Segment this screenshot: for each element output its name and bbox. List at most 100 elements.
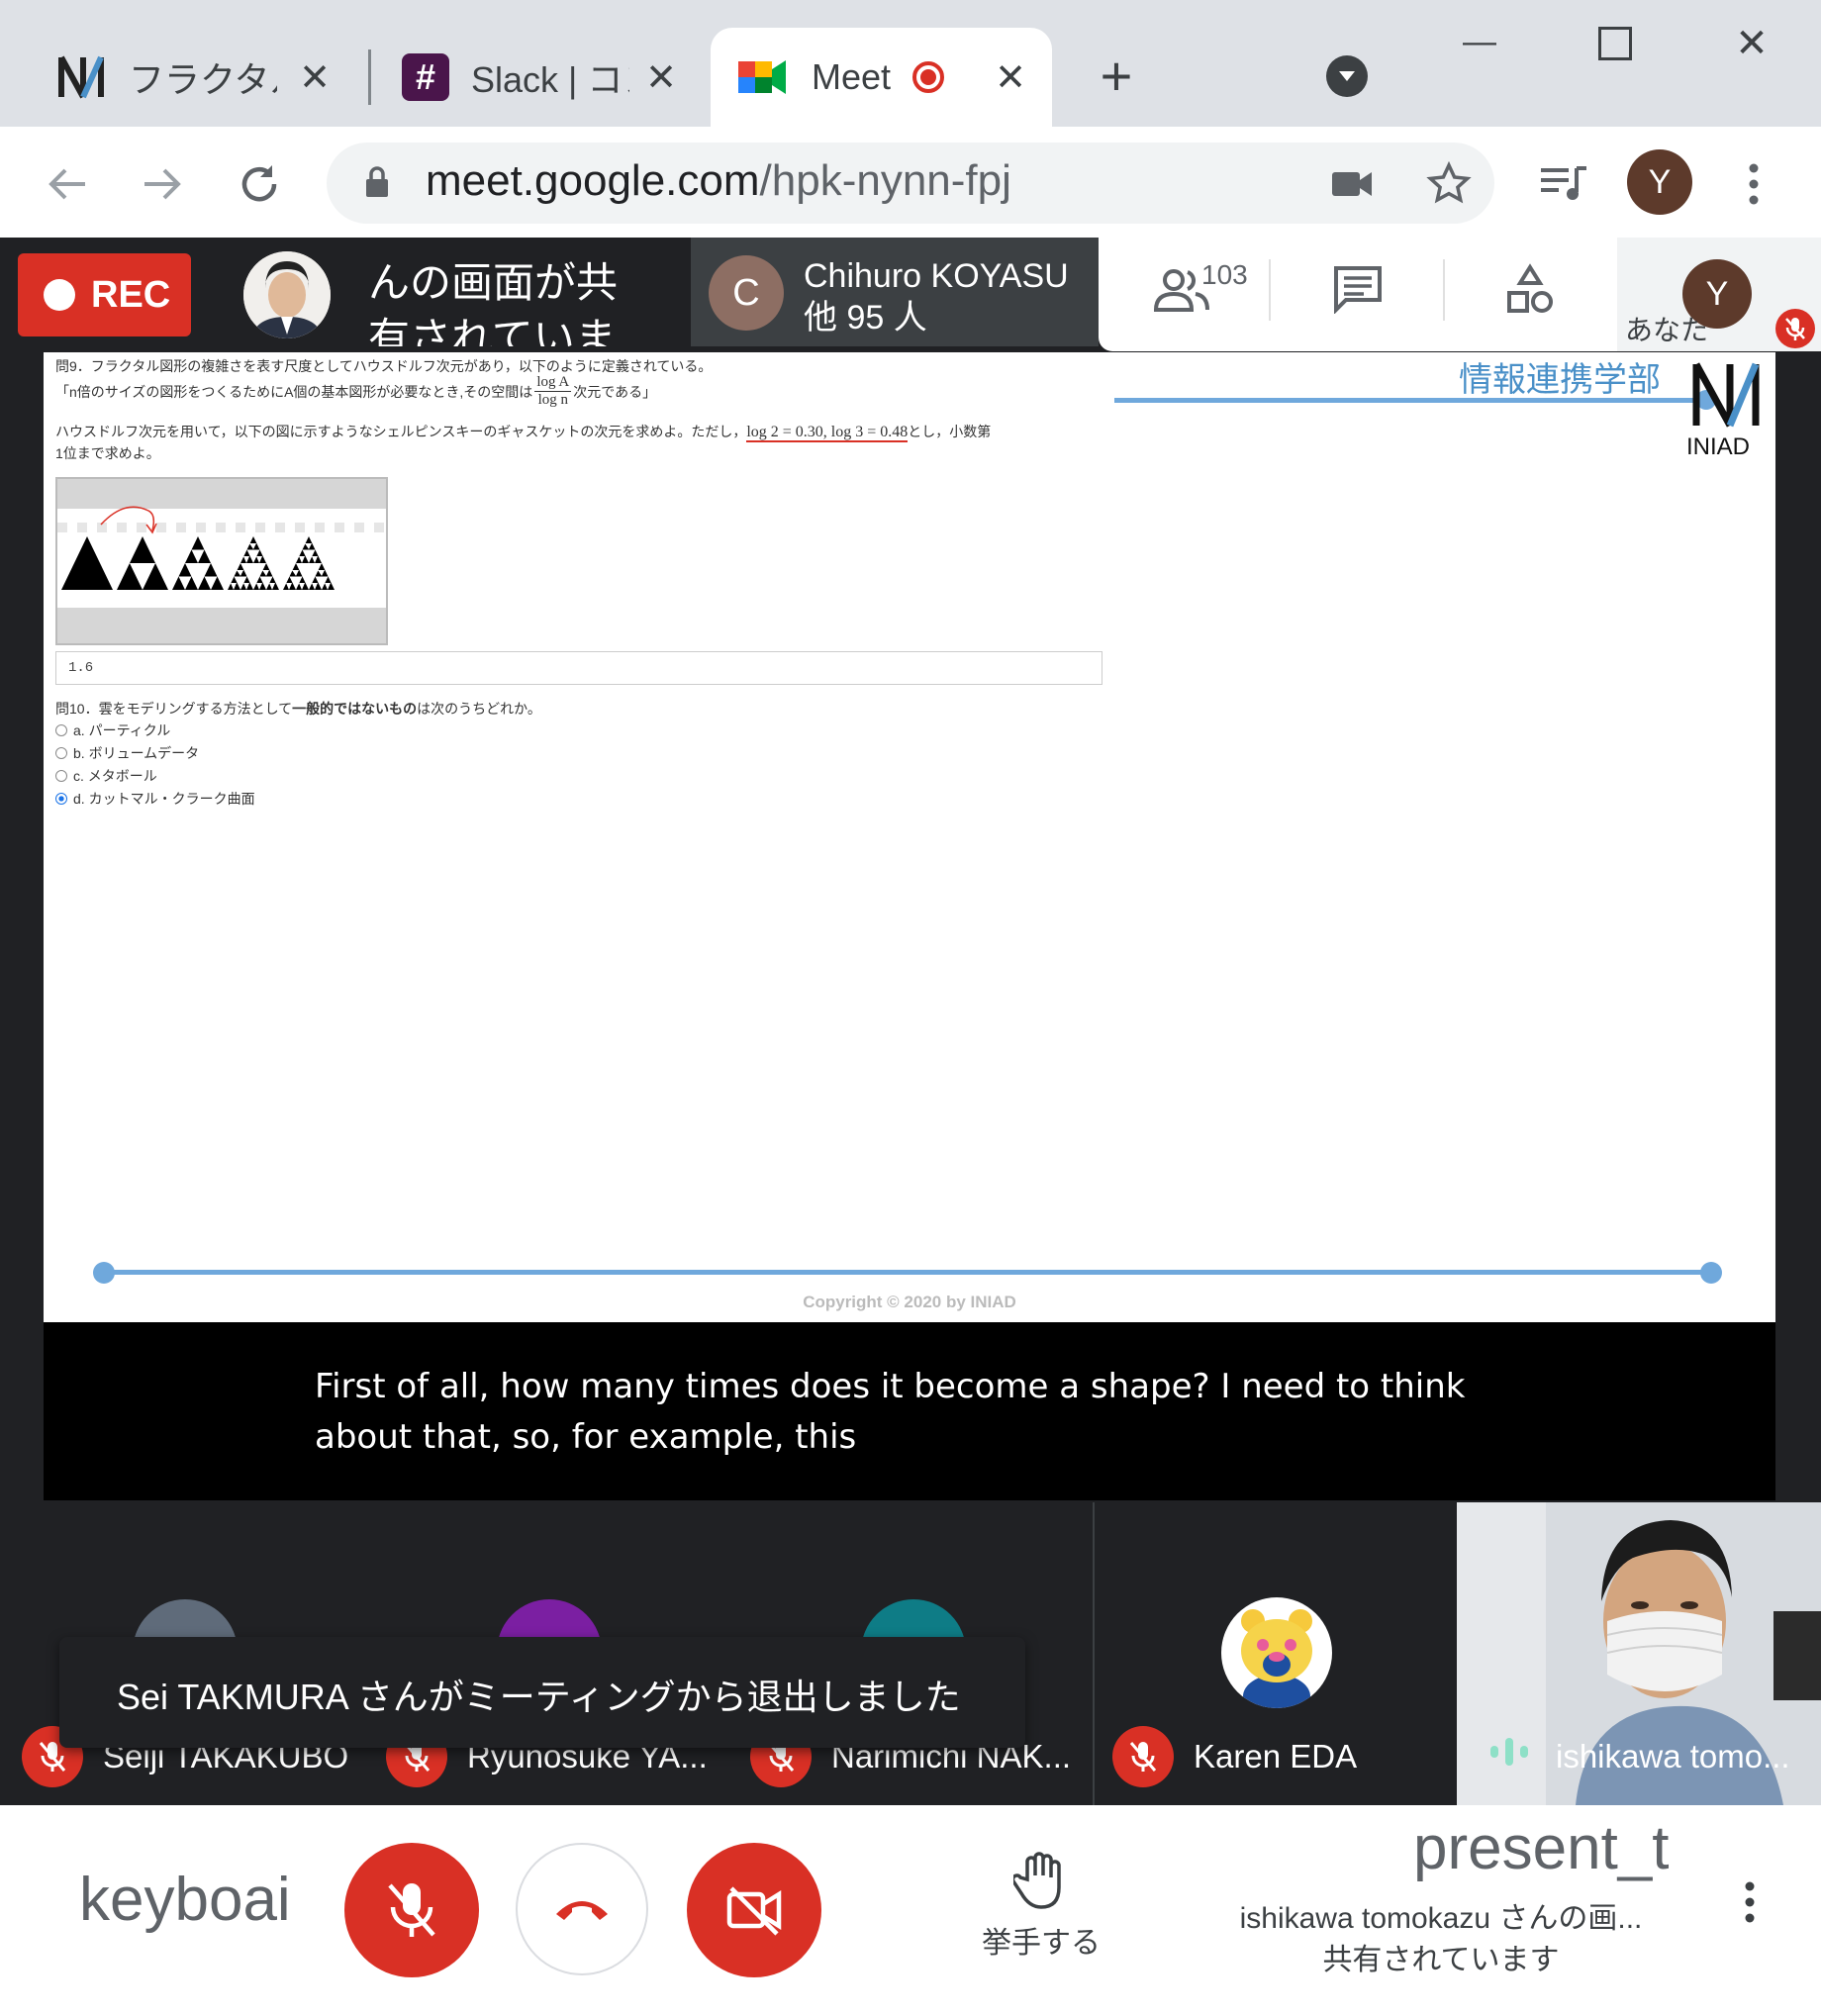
shared-screen: 問9．フラクタル図形の複雑さを表す尺度としてハウスドルフ次元があり，以下のように… (44, 352, 1775, 1322)
copyright-text: Copyright © 2020 by INIAD (803, 1293, 1016, 1311)
participant-name: Chihuro KOYASU (804, 257, 1069, 295)
minimize-button[interactable]: — (1460, 22, 1499, 61)
given-values: log 2 = 0.30, log 3 = 0.48 (746, 424, 909, 442)
maximize-button[interactable] (1595, 24, 1635, 63)
new-tab-button[interactable]: + (1089, 45, 1144, 107)
rec-label: REC (91, 273, 171, 316)
browser-menu-icon[interactable] (1734, 158, 1773, 210)
question-10-title: 問10．雲をモデリングする方法として一般的ではないものは次のうちどれか。 (55, 699, 541, 719)
raise-hand-label[interactable]: 挙手する (978, 1918, 1104, 1962)
option-d[interactable]: d. カットマル・クラーク曲面 (55, 787, 255, 810)
tab-divider (368, 49, 371, 105)
iniad-logo (1688, 360, 1768, 430)
option-c[interactable]: c. メタボール (55, 764, 255, 787)
leave-call-button[interactable] (516, 1843, 648, 1975)
tab-title: Slack | コン (471, 59, 629, 100)
presenter-screen-text: んの画面が共 有されていま (368, 255, 633, 346)
speaking-indicator-icon (1486, 1732, 1532, 1772)
participant-name: Karen EDA (1194, 1738, 1358, 1775)
question-9-body-line-2: 1位まで求めよ。 (55, 445, 160, 461)
presenting-line-2: 共有されています (1322, 1944, 1560, 1976)
google-meet-icon (738, 60, 786, 94)
record-dot-icon (44, 279, 75, 311)
tab-search-icon[interactable] (1326, 55, 1368, 97)
toast-text: Sei TAKMURA さんがミーティングから退出しました (117, 1677, 961, 1717)
iniad-logo-text: INIAD (1686, 433, 1751, 460)
keyboard-text: keyboai (79, 1866, 291, 1934)
iniad-favicon-icon (58, 55, 104, 99)
presenter-avatar (243, 251, 331, 338)
radio-a[interactable] (55, 723, 67, 736)
recording-indicator-icon (912, 61, 945, 93)
tab-slack[interactable]: # Slack | コン ✕ (376, 28, 703, 127)
radio-d[interactable] (55, 792, 67, 805)
option-label: a. パーティクル (73, 721, 171, 738)
question-10-options: a. パーティクル b. ボリュームデータ c. メタボール d. カットマル・… (55, 719, 255, 810)
option-b[interactable]: b. ボリュームデータ (55, 741, 255, 764)
radio-c[interactable] (55, 769, 67, 782)
radio-b[interactable] (55, 746, 67, 759)
participant-others: 他 95 人 (804, 299, 927, 336)
caption-text: First of all, how many times does it bec… (315, 1367, 1466, 1457)
close-icon[interactable]: ✕ (645, 55, 677, 100)
camera-off-icon (726, 1886, 782, 1936)
tab-title: Meet (812, 56, 892, 97)
slide-rule-dot (93, 1262, 115, 1284)
participant-video-tile[interactable]: ishikawa tomo... (1457, 1502, 1821, 1805)
answer-input[interactable]: 1.6 (55, 651, 1102, 685)
chat-icon[interactable] (1328, 259, 1388, 319)
presenter-text-line-2: 有されていま (368, 315, 617, 346)
profile-avatar[interactable]: Y (1627, 149, 1692, 215)
participant-name: ishikawa tomo... (1556, 1738, 1790, 1775)
question-9-body: ハウスドルフ次元を用いて，以下の図に示すようなシェルピンスキーのギャスケットの次… (55, 422, 1154, 442)
q10-post: は次のうちどれか。 (417, 701, 541, 717)
people-count: 103 (1201, 259, 1248, 290)
back-button[interactable] (40, 156, 95, 212)
tab-meet[interactable]: Meet ✕ (711, 28, 1052, 127)
tab-fractal[interactable]: フラクタルの ✕ (30, 28, 356, 127)
close-icon[interactable]: ✕ (299, 55, 331, 100)
presenting-line-1: ishikawa tomokazu さんの画... (1239, 1902, 1643, 1935)
slide-rule-top (1114, 398, 1708, 403)
self-label: あなた (1625, 315, 1709, 345)
raise-hand-icon[interactable] (1009, 1849, 1073, 1912)
option-a[interactable]: a. パーティクル (55, 719, 255, 741)
close-icon[interactable]: ✕ (995, 55, 1026, 100)
option-label: d. カットマル・クラーク曲面 (73, 790, 255, 807)
body-pre: ハウスドルフ次元を用いて，以下の図に示すようなシェルピンスキーのギャスケットの次… (55, 424, 747, 439)
presenting-status[interactable]: ishikawa tomokazu さんの画... 共有されています (1213, 1898, 1669, 1981)
sierpinski-figure (55, 477, 388, 645)
microphone-toggle-button[interactable] (344, 1843, 479, 1977)
department-label: 情報連携学部 (1459, 361, 1661, 399)
fraction-denominator: log n (537, 392, 568, 408)
participant-tile[interactable]: Karen EDA (1095, 1502, 1457, 1805)
bookmark-star-icon[interactable] (1421, 156, 1477, 212)
participant-avatar (1221, 1597, 1332, 1708)
participant-info: Chihuro KOYASU 他 95 人 (804, 255, 1069, 338)
body-post: とし，小数第 (908, 424, 992, 439)
leave-notification-toast: Sei TAKMURA さんがミーティングから退出しました (59, 1637, 1025, 1748)
question-9-definition: 「n倍のサイズの図形をつくるためにA個の基本図形が必要なとき,その空間は log… (55, 374, 1144, 409)
presenter-text-line-1: んの画面が共 (368, 259, 619, 306)
option-label: b. ボリュームデータ (73, 744, 200, 761)
self-muted-icon (1775, 309, 1815, 348)
url-text[interactable]: meet.google.com/hpk-nynn-fpj (426, 156, 1011, 206)
activities-icon[interactable] (1500, 259, 1560, 319)
slide-rule-bottom (95, 1270, 1718, 1275)
question-9-title: 問9．フラクタル図形の複雑さを表す尺度としてハウスドルフ次元があり，以下のように… (55, 358, 713, 374)
lock-icon[interactable] (360, 162, 394, 202)
camera-permission-icon[interactable] (1326, 160, 1378, 208)
media-control-icon[interactable] (1536, 156, 1591, 212)
fraction: log A log n (534, 374, 572, 409)
recording-badge: REC (18, 253, 191, 336)
slide-rule-dot (1700, 1262, 1722, 1284)
definition-post: 次元である」 (573, 383, 657, 400)
camera-toggle-button[interactable] (687, 1843, 821, 1977)
forward-button[interactable] (135, 156, 190, 212)
reload-button[interactable] (232, 156, 287, 212)
window-close-button[interactable]: ✕ (1730, 22, 1773, 65)
hang-up-icon (556, 1901, 608, 1920)
definition-pre: 「n倍のサイズの図形をつくるためにA個の基本図形が必要なとき,その空間は (55, 383, 533, 400)
more-options-icon[interactable] (1730, 1872, 1770, 1932)
mic-off-icon (1112, 1726, 1174, 1787)
